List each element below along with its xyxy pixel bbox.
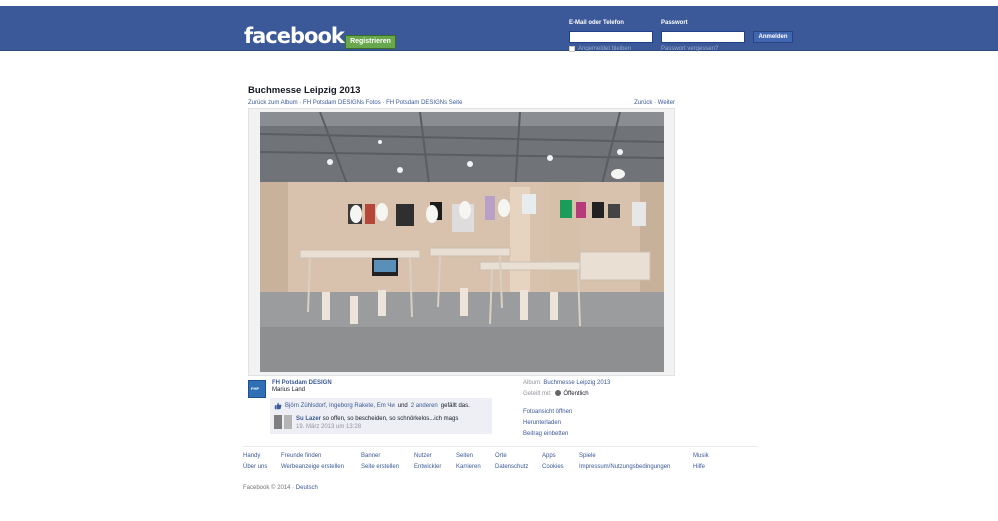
owner-avatar-text: FHP	[251, 386, 259, 391]
thumbs-up-icon[interactable]	[274, 402, 282, 410]
remember-label: Angemeldet bleiben	[578, 46, 632, 52]
footer-link-help[interactable]: Hilfe	[693, 464, 705, 470]
footer-divider	[243, 446, 758, 447]
likers-link[interactable]: Björn Zühlsdorf, Ingeborg Rakete, Em Чи	[285, 403, 395, 409]
footer-link-about[interactable]: Über uns	[243, 464, 267, 470]
copyright-text: Facebook © 2014 ·	[243, 485, 296, 491]
language-link[interactable]: Deutsch	[296, 485, 318, 491]
comment-body: Su Lazer so offen, so bescheiden, so sch…	[296, 415, 458, 431]
footer-link-find-friends[interactable]: Freunde finden	[281, 453, 321, 459]
likes-suffix: gefällt das.	[440, 403, 470, 409]
copyright: Facebook © 2014 · Deutsch	[243, 485, 318, 491]
comment-time[interactable]: 19. März 2013 um 13:28	[296, 424, 361, 430]
photos-link[interactable]: FH Potsdam DESIGNs Fotos	[303, 100, 381, 106]
exhibition-photo[interactable]	[260, 112, 664, 372]
globe-icon	[555, 390, 562, 396]
album-label: Album:	[523, 380, 544, 386]
footer-link-create-ad[interactable]: Werbeanzeige erstellen	[281, 464, 344, 470]
facebook-logo[interactable]: facebook	[244, 25, 345, 47]
comment-author-link[interactable]: Su Lazer	[296, 416, 321, 422]
email-input[interactable]	[569, 31, 653, 43]
password-label: Passwort	[661, 20, 688, 26]
register-button[interactable]: Registrieren	[345, 35, 396, 49]
password-input[interactable]	[661, 31, 745, 43]
comment-text: so offen, so bescheiden, so schnörkelos.…	[321, 416, 459, 422]
login-button[interactable]: Anmelden	[753, 31, 793, 43]
comment: Su Lazer so offen, so bescheiden, so sch…	[274, 415, 458, 431]
likes-line: Björn Zühlsdorf, Ingeborg Rakete, Em Чи …	[274, 402, 470, 410]
privacy-info: Geteilt mit: Öffentlich	[523, 390, 589, 397]
footer-link-games[interactable]: Spiele	[579, 453, 596, 459]
prev-photo-link[interactable]: Zurück	[634, 100, 652, 106]
album-info: Album: Buchmesse Leipzig 2013	[523, 380, 610, 386]
embed-post-link[interactable]: Beitrag einbetten	[523, 431, 568, 437]
remember-checkbox[interactable]	[569, 46, 575, 52]
others-link[interactable]: 2 anderen	[411, 403, 438, 409]
likes-und: und	[397, 403, 408, 409]
album-link[interactable]: Buchmesse Leipzig 2013	[543, 380, 610, 386]
footer-link-create-page[interactable]: Seite erstellen	[361, 464, 399, 470]
footer-link-cookies[interactable]: Cookies	[542, 464, 564, 470]
page-link[interactable]: FH Potsdam DESIGNs Seite	[386, 100, 462, 106]
footer-link-places[interactable]: Orte	[495, 453, 507, 459]
footer-link-music[interactable]: Musik	[693, 453, 709, 459]
footer-link-terms[interactable]: Impressum/Nutzungsbedingungen	[579, 464, 670, 470]
footer-link-pages[interactable]: Seiten	[456, 453, 473, 459]
next-photo-link[interactable]: Weiter	[658, 100, 675, 106]
download-link[interactable]: Herunterladen	[523, 420, 561, 426]
email-label: E-Mail oder Telefon	[569, 20, 624, 26]
comment-avatar[interactable]	[274, 415, 292, 429]
footer-link-users[interactable]: Nutzer	[414, 453, 432, 459]
footer-link-careers[interactable]: Karrieren	[456, 464, 481, 470]
back-to-album-link[interactable]: Zurück zum Album	[248, 100, 298, 106]
feedback-box: Björn Zühlsdorf, Ingeborg Rakete, Em Чи …	[270, 398, 492, 434]
footer-link-apps[interactable]: Apps	[542, 453, 556, 459]
open-photo-view-link[interactable]: Fotoansicht öffnen	[523, 409, 572, 415]
owner-name-link[interactable]: FH Potsdam DESIGN	[272, 380, 332, 386]
footer-link-developers[interactable]: Entwickler	[414, 464, 441, 470]
photo-pager: Zurück · Weiter	[634, 100, 675, 106]
footer-link-banner[interactable]: Banner	[361, 453, 380, 459]
shared-value: Öffentlich	[563, 391, 589, 397]
breadcrumb: Zurück zum Album · FH Potsdam DESIGNs Fo…	[248, 100, 462, 106]
forgot-password-link[interactable]: Passwort vergessen?	[661, 46, 718, 52]
owner-subtitle: Marius Land	[272, 387, 306, 393]
remember-me[interactable]: Angemeldet bleiben	[569, 46, 631, 52]
footer-link-privacy[interactable]: Datenschutz	[495, 464, 528, 470]
page-title: Buchmesse Leipzig 2013	[248, 85, 361, 96]
top-bar: facebook Registrieren E-Mail oder Telefo…	[0, 6, 998, 52]
owner-avatar[interactable]: FHP	[248, 380, 266, 398]
footer-link-handy[interactable]: Handy	[243, 453, 260, 459]
shared-label: Geteilt mit:	[523, 391, 554, 397]
